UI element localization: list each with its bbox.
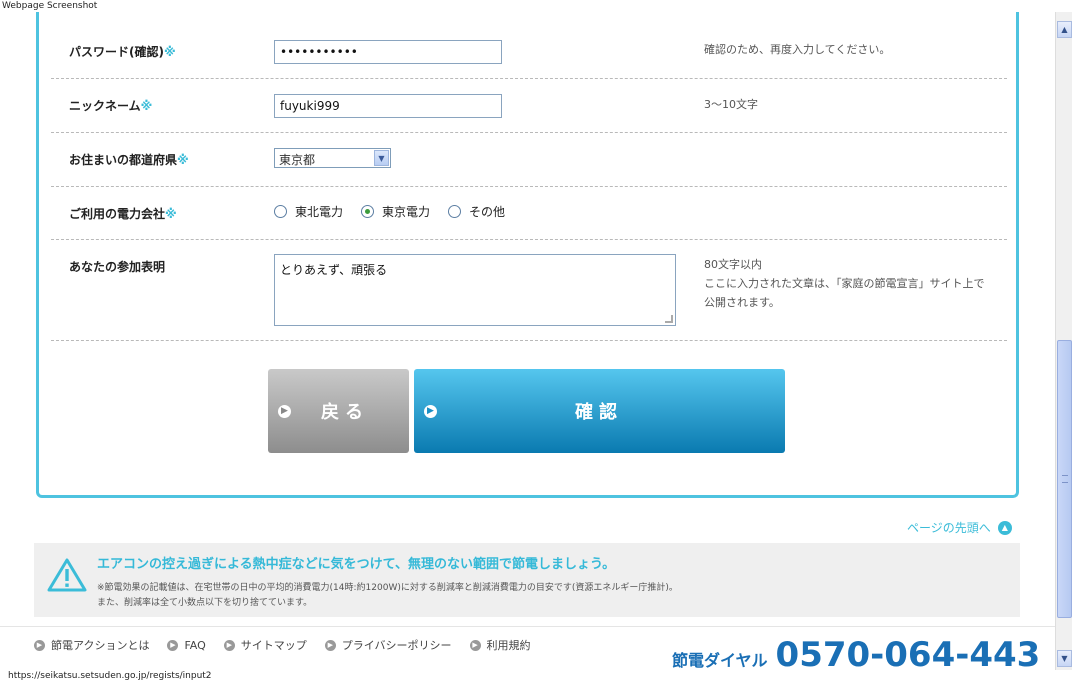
nickname-label: ニックネーム※ <box>69 97 152 114</box>
chevron-up-icon: ▲ <box>997 520 1012 535</box>
footer-link-label: プライバシーポリシー <box>341 639 452 652</box>
chevron-right-icon: ▶ <box>424 404 437 418</box>
notice-box: エアコンの控え過ぎによる熱中症などに気をつけて、無理のない範囲で節電しましょう。… <box>34 543 1020 617</box>
statement-label: あなたの参加表明 <box>69 260 166 274</box>
scroll-up-icon[interactable]: ▲ <box>1057 21 1072 38</box>
radio-label: 東京電力 <box>382 205 431 219</box>
dial-label: 節電ダイヤル <box>672 651 768 670</box>
vertical-scrollbar[interactable]: ▲ ▼ <box>1055 12 1072 670</box>
radio-button-checked[interactable] <box>361 205 375 218</box>
grip-icon <box>1062 475 1068 483</box>
footer-link-label: サイトマップ <box>240 639 307 652</box>
radio-tokyo[interactable]: 東京電力 <box>361 203 430 220</box>
warning-icon <box>47 558 87 592</box>
footer-link-label: FAQ <box>184 638 206 652</box>
chevron-down-icon[interactable]: ▼ <box>374 150 389 166</box>
form-row-nickname: ニックネーム※ 3〜10文字 <box>51 79 1007 133</box>
statement-note-limit: 80文字以内 <box>704 258 762 271</box>
back-button-label: 戻る <box>321 402 369 423</box>
confirm-button-label: 確認 <box>575 402 623 423</box>
required-mark: ※ <box>140 99 153 113</box>
footer-link-privacy[interactable]: ▶ プライバシーポリシー <box>324 637 452 653</box>
radio-label: 東北電力 <box>295 205 344 219</box>
scroll-down-icon[interactable]: ▼ <box>1057 650 1072 667</box>
password-confirm-input[interactable] <box>274 40 502 64</box>
notice-headline: エアコンの控え過ぎによる熱中症などに気をつけて、無理のない範囲で節電しましょう。 <box>97 557 616 572</box>
statement-note: 80文字以内 ここに入力された文章は、「家庭の節電宣言」サイト上で 公開されます… <box>704 255 985 312</box>
prefecture-label: お住まいの都道府県※ <box>69 151 189 168</box>
radio-tohoku[interactable]: 東北電力 <box>274 203 343 220</box>
page-viewport: パスワード(確認)※ 確認のため、再度入力してください。 ニックネーム※ 3〜1… <box>0 12 1055 670</box>
password-confirm-label-text: パスワード(確認) <box>69 45 164 59</box>
password-confirm-note: 確認のため、再度入力してください。 <box>704 43 891 56</box>
required-mark: ※ <box>165 207 177 221</box>
password-confirm-label: パスワード(確認)※ <box>69 43 176 60</box>
nickname-label-text: ニックネーム <box>69 99 141 113</box>
prefecture-label-text: お住まいの都道府県 <box>69 153 178 167</box>
nickname-input[interactable] <box>274 94 502 118</box>
status-url: https://seikatsu.setsuden.go.jp/regists/… <box>0 670 1072 682</box>
footer-link-sitemap[interactable]: ▶ サイトマップ <box>223 637 307 653</box>
chevron-right-icon: ▶ <box>469 639 481 651</box>
notice-footnote-2: また、削減率は全て小数点以下を切り捨てています。 <box>97 598 313 608</box>
resize-grip-icon[interactable] <box>665 315 673 323</box>
required-mark: ※ <box>177 153 189 167</box>
chevron-right-icon: ▶ <box>278 404 291 418</box>
radio-button[interactable] <box>274 205 287 218</box>
setsuden-dial: 節電ダイヤル 0570-064-443 <box>672 635 1040 670</box>
power-company-radio-group: 東北電力 東京電力 その他 <box>274 203 523 220</box>
chevron-right-icon: ▶ <box>223 639 235 651</box>
footer-link-label: 節電アクションとは <box>51 639 150 652</box>
footer-link-faq[interactable]: ▶ FAQ <box>167 637 206 653</box>
statement-textarea[interactable]: とりあえず、頑張る <box>274 254 676 326</box>
radio-label: その他 <box>469 205 506 219</box>
statement-note-publish-2: 公開されます。 <box>704 296 780 309</box>
prefecture-select[interactable]: 東京都 ▼ <box>274 148 391 168</box>
page-top-label: ページの先頭へ <box>907 521 991 535</box>
footer: ▶ 節電アクションとは ▶ FAQ ▶ サイトマップ ▶ プライバシーポリシー ▶ 利用規… <box>0 626 1055 670</box>
window-title: Webpage Screenshot <box>0 0 1072 12</box>
page-top-link[interactable]: ページの先頭へ ▲ <box>907 519 1012 536</box>
form-row-prefecture: お住まいの都道府県※ 東京都 ▼ <box>51 133 1007 187</box>
footer-link-label: 利用規約 <box>486 639 531 652</box>
prefecture-selected-value: 東京都 <box>279 153 316 167</box>
chevron-right-icon: ▶ <box>324 639 336 651</box>
radio-button[interactable] <box>448 205 462 218</box>
nickname-note: 3〜10文字 <box>704 98 758 111</box>
chevron-right-icon: ▶ <box>167 639 179 651</box>
form-row-statement: あなたの参加表明 とりあえず、頑張る 80文字以内 ここに入力された文章は、「家… <box>51 240 1007 341</box>
footer-links: ▶ 節電アクションとは ▶ FAQ ▶ サイトマップ ▶ プライバシーポリシー ▶ 利用規… <box>34 637 549 653</box>
radio-other[interactable]: その他 <box>448 203 505 220</box>
power-company-label: ご利用の電力会社※ <box>69 205 177 222</box>
chevron-right-icon: ▶ <box>34 639 45 651</box>
dial-number: 0570-064-443 <box>775 635 1041 670</box>
back-button[interactable]: ▶ 戻る <box>268 369 409 453</box>
confirm-button[interactable]: ▶ 確認 <box>414 369 785 453</box>
form-row-password-confirm: パスワード(確認)※ 確認のため、再度入力してください。 <box>51 25 1007 79</box>
notice-footnote-1: ※節電効果の記載値は、在宅世帯の日中の平均的消費電力(14時:約1200W)に対… <box>97 583 678 593</box>
power-company-label-text: ご利用の電力会社 <box>69 207 166 221</box>
scrollbar-thumb[interactable] <box>1057 340 1072 618</box>
form-row-power-company: ご利用の電力会社※ 東北電力 東京電力 その他 <box>51 187 1007 240</box>
statement-text: とりあえず、頑張る <box>280 263 388 277</box>
footer-link-about[interactable]: ▶ 節電アクションとは <box>34 637 149 653</box>
required-mark: ※ <box>163 45 176 59</box>
footer-link-terms[interactable]: ▶ 利用規約 <box>469 637 531 653</box>
statement-note-publish: ここに入力された文章は、「家庭の節電宣言」サイト上で <box>704 277 985 290</box>
